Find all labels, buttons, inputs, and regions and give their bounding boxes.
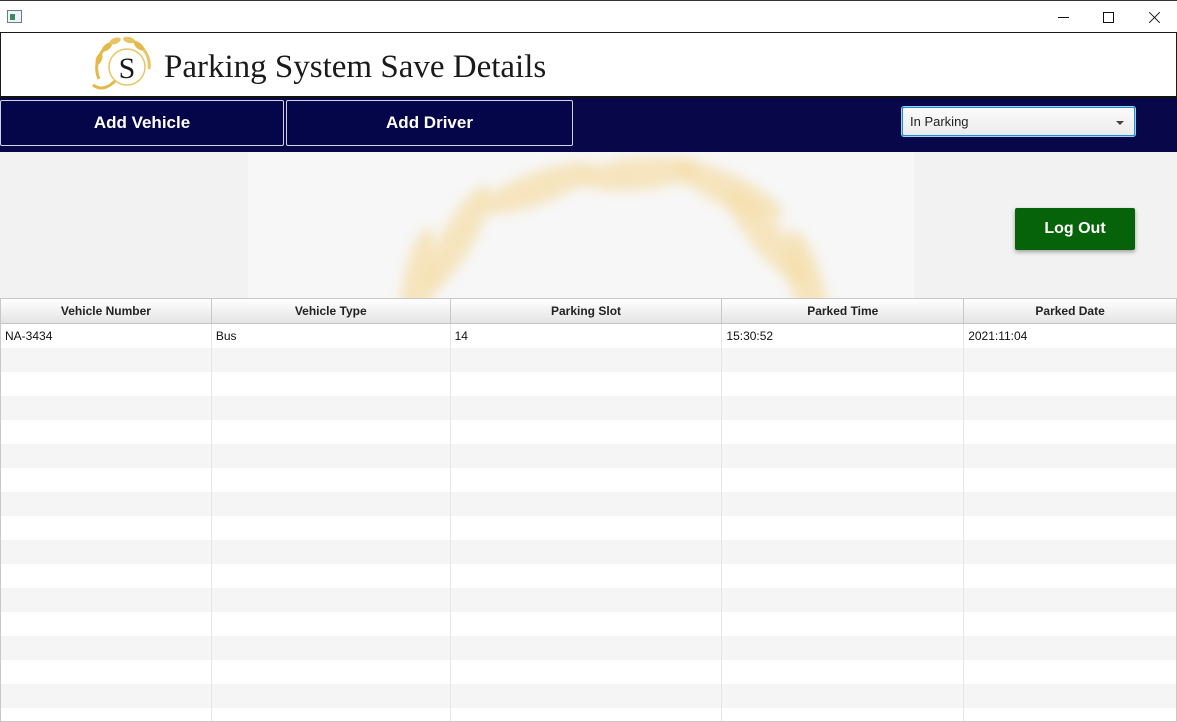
table-row-empty — [1, 660, 1176, 684]
column-header-parked-time[interactable]: Parked Time — [722, 299, 965, 323]
app-header: S Parking System Save Details — [0, 32, 1177, 98]
logo-letter: S — [119, 52, 136, 85]
minimize-icon — [1057, 16, 1069, 18]
chevron-down-icon — [1116, 121, 1124, 125]
table-row-empty — [1, 420, 1176, 444]
cell-vehicle-type: Bus — [212, 324, 451, 348]
table-row-empty — [1, 636, 1176, 660]
cell-vehicle-number: NA-3434 — [1, 324, 212, 348]
table-row-empty — [1, 348, 1176, 372]
cell-parked-date: 2021:11:04 — [968, 329, 1028, 343]
table-row[interactable]: NA-3434 Bus 14 15:30:52 2021:11:04 — [1, 324, 1176, 348]
table-row-empty — [1, 684, 1176, 708]
add-vehicle-button[interactable]: Add Vehicle — [0, 100, 284, 146]
close-button[interactable] — [1131, 1, 1177, 33]
parking-status-select[interactable]: In Parking — [902, 107, 1135, 136]
app-window-icon — [7, 10, 22, 23]
status-select-value: In Parking — [910, 114, 969, 129]
table-row-empty — [1, 372, 1176, 396]
background-banner: Log Out — [0, 152, 1177, 298]
add-driver-button[interactable]: Add Driver — [286, 100, 573, 146]
cell-parking-slot: 14 — [451, 324, 723, 348]
cell-parked-time: 15:30:52 — [722, 324, 965, 348]
nav-bar: Add Vehicle Add Driver In Parking — [0, 98, 1177, 152]
table-row-empty — [1, 540, 1176, 564]
table-row-empty — [1, 492, 1176, 516]
wheat-background-image — [248, 152, 914, 298]
page-title: Parking System Save Details — [164, 49, 547, 85]
column-header-vehicle-type[interactable]: Vehicle Type — [212, 299, 451, 323]
table-row-empty — [1, 564, 1176, 588]
maximize-button[interactable] — [1085, 1, 1131, 33]
logout-button[interactable]: Log Out — [1015, 208, 1135, 250]
close-icon — [1148, 11, 1161, 24]
parking-table[interactable]: Vehicle Number Vehicle Type Parking Slot… — [0, 298, 1177, 722]
column-header-parking-slot[interactable]: Parking Slot — [451, 299, 723, 323]
table-header: Vehicle Number Vehicle Type Parking Slot… — [1, 299, 1176, 324]
table-row-empty — [1, 516, 1176, 540]
table-row-empty — [1, 588, 1176, 612]
column-header-parked-date[interactable]: Parked Date — [964, 299, 1176, 323]
minimize-button[interactable] — [1040, 1, 1086, 33]
window-title-bar — [0, 0, 1177, 32]
table-body: NA-3434 Bus 14 15:30:52 2021:11:04 — [1, 324, 1176, 721]
table-row-empty — [1, 396, 1176, 420]
maximize-icon — [1102, 11, 1114, 23]
wheat-logo-icon: S — [92, 36, 151, 90]
table-row-empty — [1, 708, 1176, 721]
table-row-empty — [1, 468, 1176, 492]
column-header-vehicle-number[interactable]: Vehicle Number — [1, 299, 212, 323]
table-row-empty — [1, 612, 1176, 636]
table-row-empty — [1, 444, 1176, 468]
